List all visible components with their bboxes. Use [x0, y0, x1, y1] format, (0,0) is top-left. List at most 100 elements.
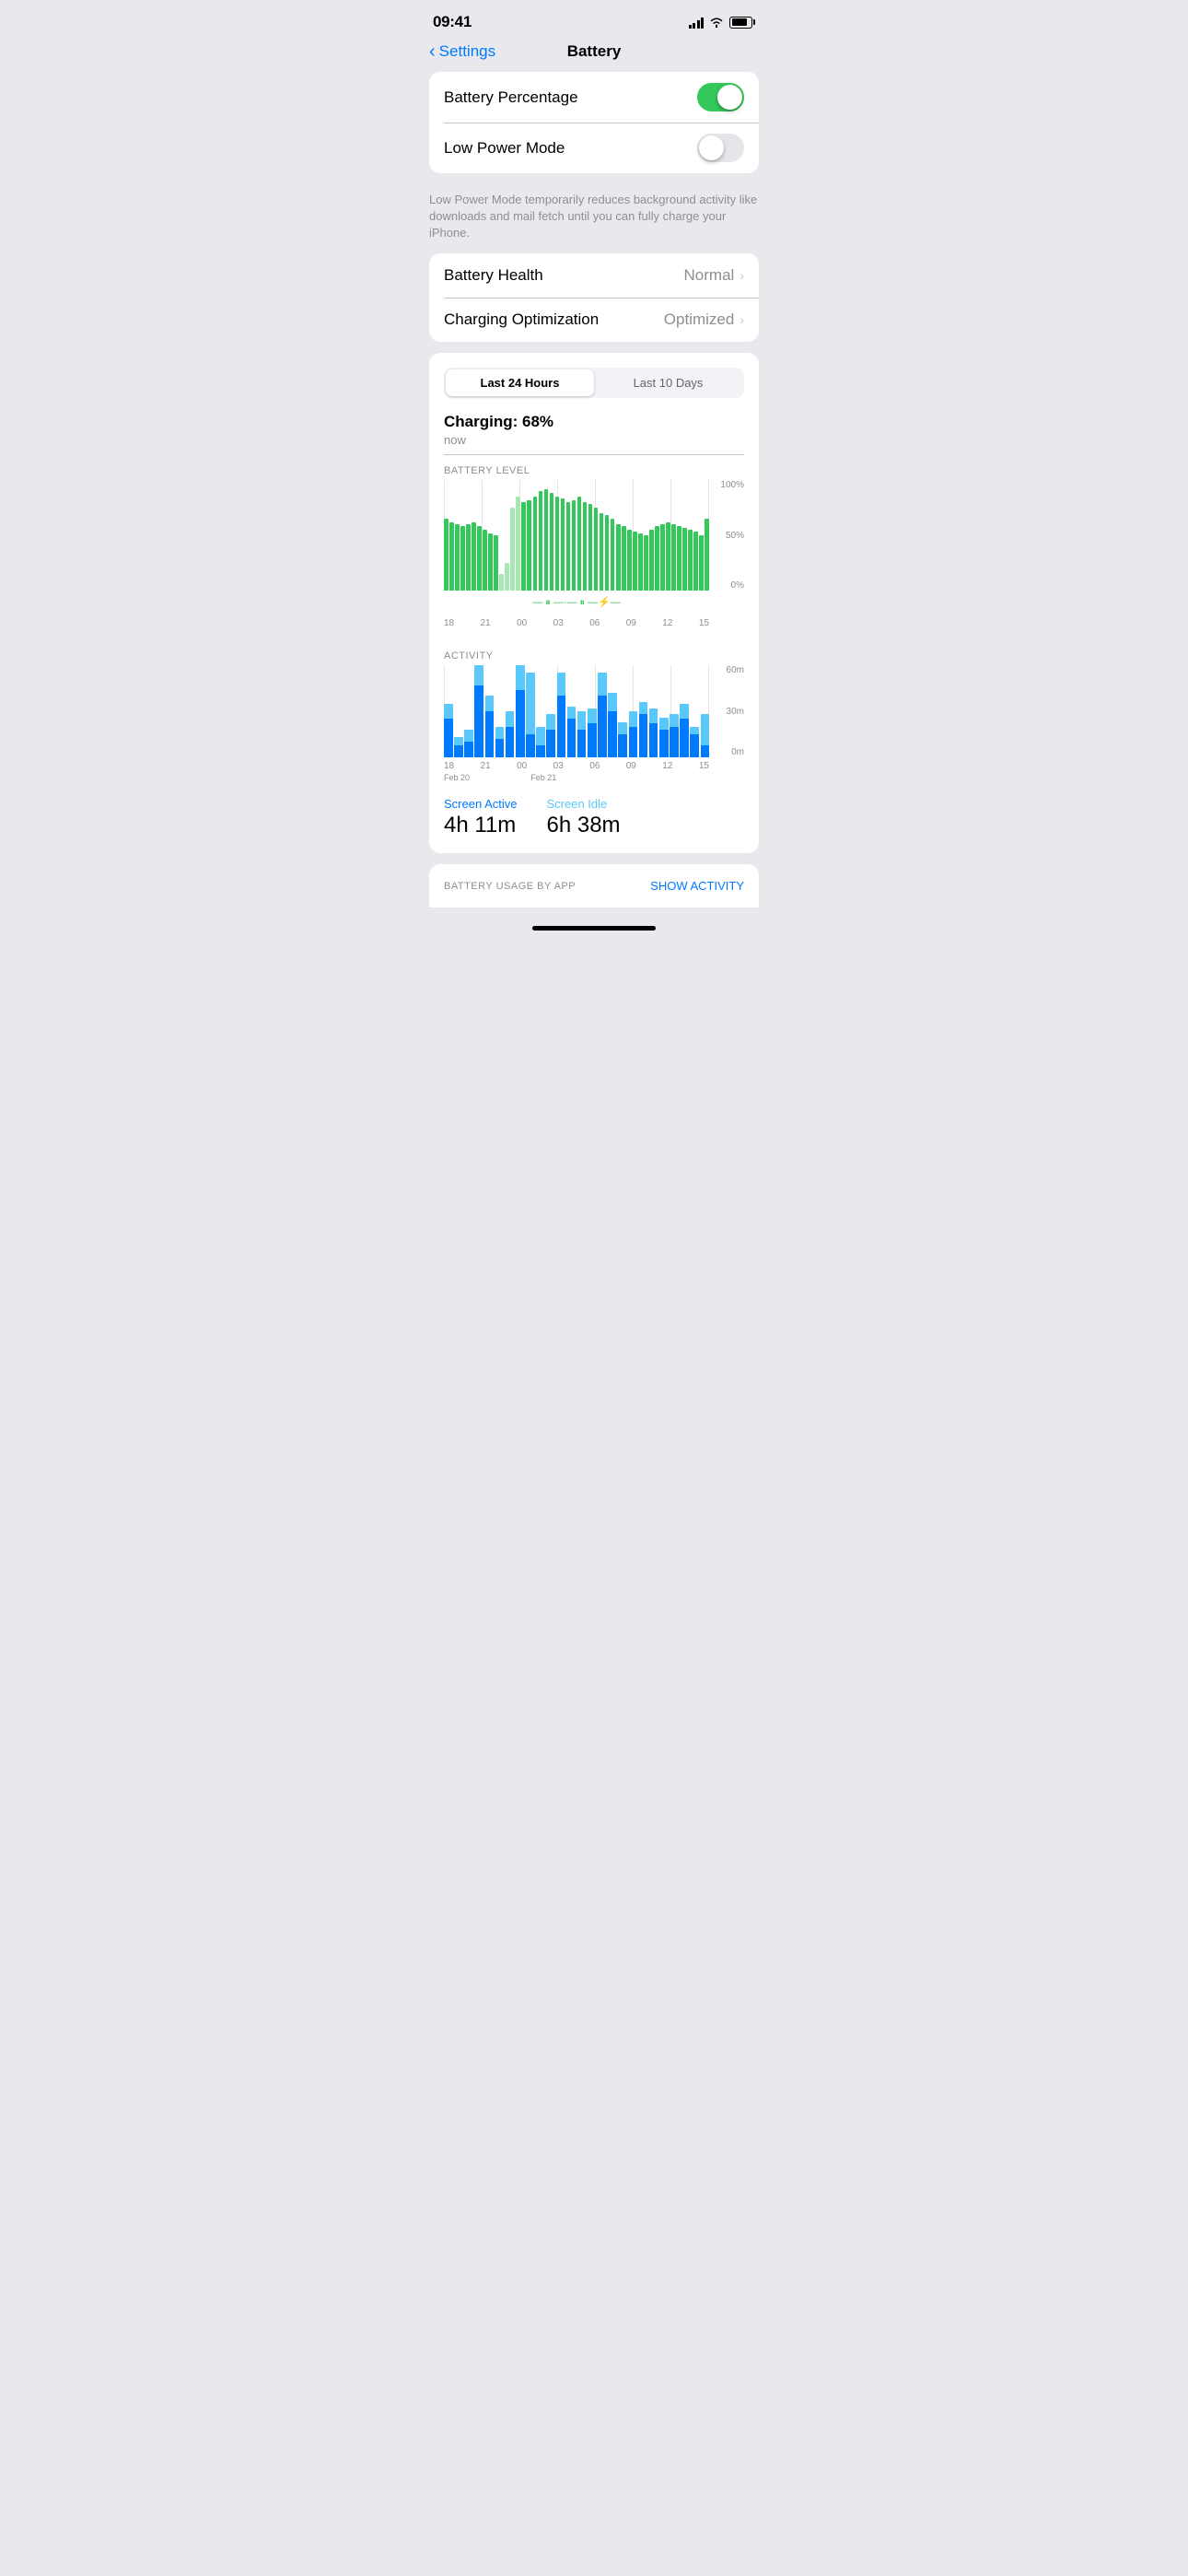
charging-status-icons: — ⏸ —·— ⏸ —⚡—	[532, 596, 621, 609]
activity-bar-light	[618, 722, 627, 734]
battery-bar	[494, 535, 498, 591]
activity-chart-wrapper: 60m 30m 0m	[444, 665, 744, 757]
battery-bar	[466, 524, 471, 591]
battery-bar	[693, 532, 698, 591]
battery-bar	[699, 535, 704, 591]
screen-active-stat: Screen Active 4h 11m	[444, 797, 518, 838]
nav-header: ‹ Settings Battery	[414, 39, 774, 72]
battery-bar	[455, 524, 460, 591]
battery-bar	[555, 497, 560, 591]
battery-percentage-row[interactable]: Battery Percentage	[429, 72, 759, 123]
battery-bar	[600, 513, 604, 591]
activity-bar-group	[598, 665, 607, 757]
back-label: Settings	[439, 42, 495, 61]
battery-bar	[566, 502, 571, 591]
activity-bar-dark	[567, 719, 577, 757]
battery-health-row[interactable]: Battery Health Normal ›	[429, 253, 759, 298]
battery-icon	[729, 17, 755, 29]
charging-optimization-row[interactable]: Charging Optimization Optimized ›	[429, 298, 759, 342]
battery-bar	[616, 524, 621, 591]
activity-bar-group	[444, 665, 453, 757]
activity-bar-group	[680, 665, 689, 757]
status-icons	[689, 16, 756, 29]
activity-bar-light	[608, 693, 617, 711]
activity-bar-dark	[577, 730, 587, 757]
activity-bar-dark	[474, 685, 483, 758]
battery-bar	[633, 532, 637, 591]
activity-bar-group	[546, 665, 555, 757]
activity-bar-light	[690, 727, 699, 734]
last-10-days-tab[interactable]: Last 10 Days	[594, 369, 742, 396]
toggle-knob	[717, 85, 742, 110]
screen-idle-stat: Screen Idle 6h 38m	[547, 797, 621, 838]
back-button[interactable]: ‹ Settings	[429, 42, 495, 61]
last-24-hours-tab[interactable]: Last 24 Hours	[446, 369, 594, 396]
battery-bar	[649, 530, 654, 591]
charging-optimization-label: Charging Optimization	[444, 310, 599, 329]
battery-bar	[705, 519, 709, 591]
activity-bar-dark	[598, 696, 607, 757]
bottom-usage-bar[interactable]: BATTERY USAGE BY APP SHOW ACTIVITY	[429, 864, 759, 907]
battery-bar	[516, 497, 520, 591]
low-power-mode-toggle[interactable]	[697, 134, 744, 162]
battery-bar	[671, 524, 676, 591]
activity-bar-light	[516, 665, 525, 690]
screen-active-value: 4h 11m	[444, 813, 518, 838]
activity-bar-dark	[526, 734, 535, 757]
activity-bar-dark	[649, 723, 658, 757]
chevron-right-icon-2: ›	[740, 312, 744, 327]
activity-bar-light	[454, 737, 463, 744]
battery-bar	[622, 526, 626, 591]
battery-bars-area	[444, 480, 709, 591]
activity-bar-group	[690, 665, 699, 757]
activity-bar-dark	[639, 714, 648, 757]
charging-optimization-value: Optimized ›	[664, 310, 744, 329]
battery-bar	[533, 497, 538, 591]
activity-bar-dark	[546, 730, 555, 757]
battery-bar	[539, 491, 543, 591]
activity-bar-group	[485, 665, 495, 757]
activity-bar-group	[464, 665, 473, 757]
battery-chart-wrapper: 100% 50% 0%	[444, 480, 744, 591]
activity-x-labels: 18 21 00 03 06 09 12 15	[444, 761, 744, 771]
activity-bar-group	[516, 665, 525, 757]
activity-bar-dark	[588, 723, 597, 757]
activity-bar-group	[588, 665, 597, 757]
activity-bar-dark	[536, 745, 545, 757]
chevron-right-icon: ›	[740, 268, 744, 283]
settings-section-2: Battery Health Normal › Charging Optimiz…	[429, 253, 759, 342]
battery-bar	[688, 530, 693, 591]
battery-percentage-toggle[interactable]	[697, 83, 744, 111]
activity-chart: 60m 30m 0m	[444, 665, 744, 757]
battery-y-labels: 100% 50% 0%	[711, 480, 744, 591]
activity-bar-dark	[659, 730, 669, 757]
wifi-icon	[709, 17, 724, 28]
time-range-control[interactable]: Last 24 Hours Last 10 Days	[444, 368, 744, 398]
chart-section: Last 24 Hours Last 10 Days Charging: 68%…	[429, 353, 759, 854]
activity-bar-dark	[618, 734, 627, 757]
battery-bar	[472, 522, 476, 591]
home-bar	[532, 926, 656, 931]
activity-bar-dark	[495, 739, 505, 757]
battery-bar	[477, 526, 482, 591]
activity-bar-group	[506, 665, 515, 757]
activity-bar-group	[536, 665, 545, 757]
activity-bar-dark	[464, 742, 473, 757]
activity-bar-light	[639, 702, 648, 714]
activity-bar-light	[670, 714, 679, 726]
activity-bar-dark	[670, 727, 679, 757]
activity-bar-light	[557, 673, 566, 696]
low-power-mode-row[interactable]: Low Power Mode	[429, 123, 759, 173]
show-activity-button[interactable]: SHOW ACTIVITY	[650, 879, 744, 893]
activity-bar-dark	[701, 745, 710, 757]
activity-bar-group	[639, 665, 648, 757]
page-title: Battery	[567, 42, 622, 61]
activity-bar-light	[598, 673, 607, 696]
activity-bar-group	[618, 665, 627, 757]
activity-bar-group	[526, 665, 535, 757]
activity-bar-dark	[690, 734, 699, 757]
activity-bar-dark	[608, 711, 617, 757]
battery-bar	[677, 526, 681, 591]
usage-stats-row: Screen Active 4h 11m Screen Idle 6h 38m	[444, 797, 744, 838]
battery-x-labels: 18 21 00 03 06 09 12 15	[444, 618, 744, 628]
